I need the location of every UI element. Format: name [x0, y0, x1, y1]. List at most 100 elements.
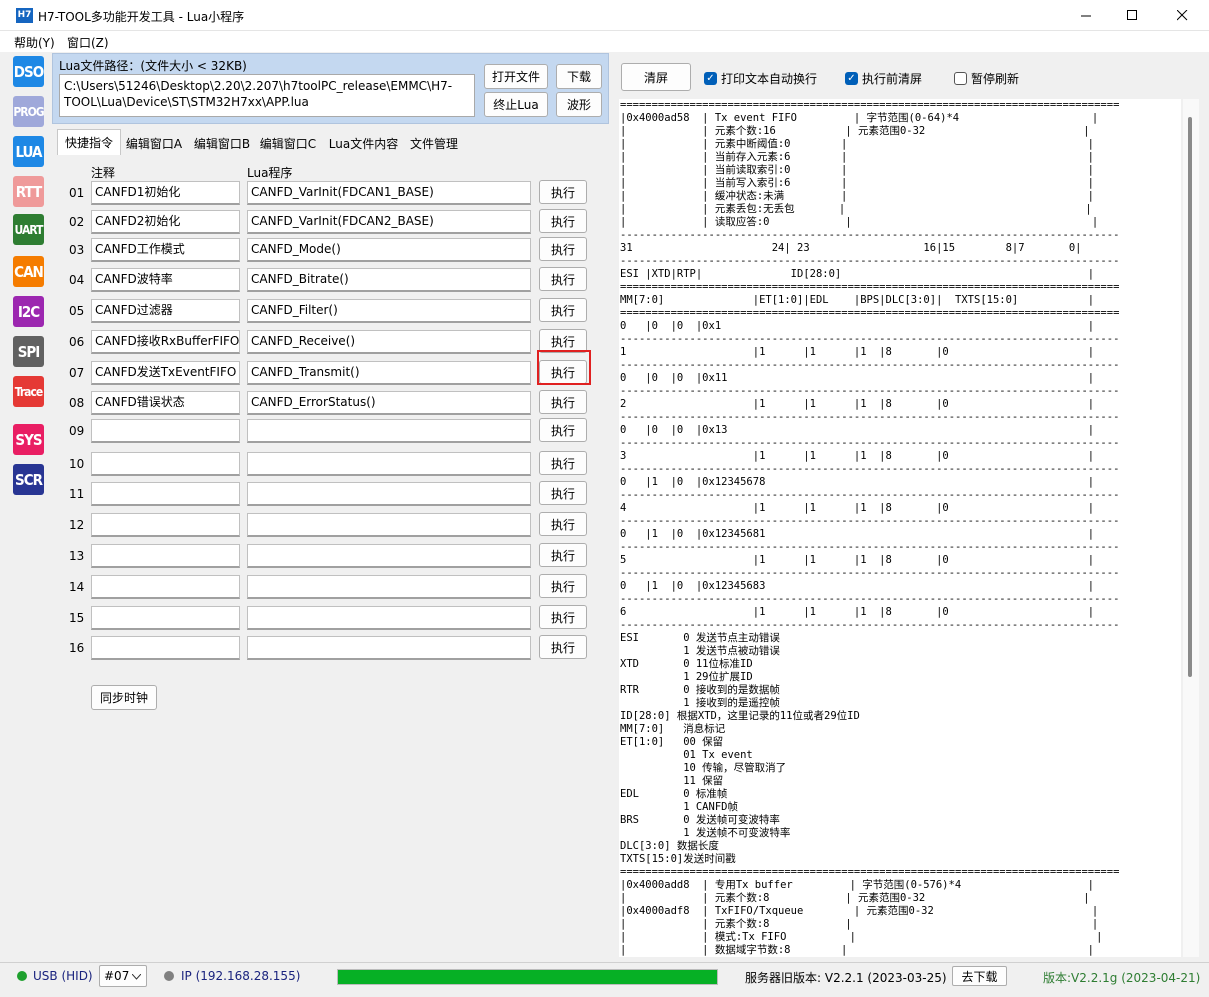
output-console[interactable]: ========================================… [619, 99, 1181, 957]
row-number: 04 [69, 273, 85, 287]
status-bar: USB (HID) #07 IP (192.168.28.155) 服务器旧版本… [0, 962, 1209, 988]
tab-edit-a[interactable]: 编辑窗口A [123, 131, 185, 155]
execute-button[interactable]: 执行 [539, 543, 587, 567]
tool-uart-button[interactable]: UART [13, 214, 44, 245]
open-file-button[interactable]: 打开文件 [484, 64, 548, 89]
execute-button[interactable]: 执行 [539, 574, 587, 598]
progress-bar [337, 969, 718, 985]
comment-field[interactable] [91, 452, 240, 476]
comment-field[interactable]: CANFD接收RxBufferFIFO [91, 330, 240, 354]
checkbox-checked-icon: ✓ [704, 72, 717, 85]
clear-before-run-checkbox[interactable]: ✓ 执行前清屏 [845, 70, 922, 87]
comment-field[interactable] [91, 482, 240, 506]
usb-status: USB (HID) [33, 969, 93, 983]
tool-sys-button[interactable]: SYS [13, 424, 44, 455]
tab-lua-file[interactable]: Lua文件内容 [326, 131, 401, 155]
execute-button[interactable]: 执行 [539, 481, 587, 505]
waveform-button[interactable]: 波形 [556, 92, 602, 117]
stop-lua-button[interactable]: 终止Lua [484, 92, 548, 117]
program-column-header: Lua程序 [247, 166, 293, 180]
execute-button[interactable]: 执行 [539, 390, 587, 414]
sync-clock-button[interactable]: 同步时钟 [91, 685, 157, 710]
comment-field[interactable] [91, 636, 240, 660]
execute-button[interactable]: 执行 [539, 635, 587, 659]
comment-field[interactable]: CANFD波特率 [91, 268, 240, 292]
pause-refresh-checkbox[interactable]: 暂停刷新 [954, 70, 1019, 87]
comment-field[interactable]: CANFD错误状态 [91, 391, 240, 415]
program-field[interactable] [247, 513, 531, 537]
execute-button[interactable]: 执行 [539, 237, 587, 261]
download-button[interactable]: 下载 [556, 64, 602, 89]
program-field[interactable]: CANFD_VarInit(FDCAN2_BASE) [247, 210, 531, 234]
comment-field[interactable] [91, 575, 240, 599]
program-field[interactable] [247, 575, 531, 599]
comment-field[interactable] [91, 513, 240, 537]
execute-button[interactable]: 执行 [539, 512, 587, 536]
tool-i2c-button[interactable]: I2C [13, 296, 44, 327]
minimize-button[interactable] [1063, 0, 1109, 31]
clear-screen-button[interactable]: 清屏 [621, 63, 691, 91]
tab-quick-commands[interactable]: 快捷指令 [57, 129, 121, 155]
close-button[interactable] [1155, 0, 1209, 31]
execute-button[interactable]: 执行 [539, 298, 587, 322]
program-field[interactable]: CANFD_VarInit(FDCAN1_BASE) [247, 181, 531, 205]
program-field[interactable]: CANFD_Bitrate() [247, 268, 531, 292]
row-number: 16 [69, 641, 85, 655]
tool-spi-button[interactable]: SPI [13, 336, 44, 367]
output-controls: 清屏 ✓ 打印文本自动换行 ✓ 执行前清屏 暂停刷新 [611, 53, 1199, 101]
comment-field[interactable] [91, 419, 240, 443]
tab-file-manager[interactable]: 文件管理 [405, 131, 463, 155]
program-field[interactable] [247, 544, 531, 568]
program-field[interactable]: CANFD_Transmit() [247, 361, 531, 385]
auto-wrap-checkbox[interactable]: ✓ 打印文本自动换行 [704, 70, 817, 87]
program-field[interactable]: CANFD_Receive() [247, 330, 531, 354]
row-number: 12 [69, 518, 85, 532]
program-field[interactable]: CANFD_ErrorStatus() [247, 391, 531, 415]
go-download-button[interactable]: 去下载 [952, 966, 1007, 986]
file-path-field[interactable]: C:\Users\51246\Desktop\2.20\2.207\h7tool… [59, 74, 475, 117]
device-select[interactable]: #07 [99, 965, 147, 987]
program-field[interactable] [247, 452, 531, 476]
auto-wrap-label: 打印文本自动换行 [721, 72, 818, 86]
program-field[interactable] [247, 636, 531, 660]
execute-button[interactable]: 执行 [539, 180, 587, 204]
file-path-label: Lua文件路径：(文件大小 < 32KB) [59, 59, 247, 73]
execute-button[interactable]: 执行 [539, 451, 587, 475]
row-number: 09 [69, 424, 85, 438]
tool-dso-button[interactable]: DSO [13, 56, 44, 87]
execute-button[interactable]: 执行 [539, 267, 587, 291]
menu-help[interactable]: 帮助(Y) [14, 34, 55, 51]
progress-fill [338, 970, 717, 984]
comment-field[interactable] [91, 606, 240, 630]
comment-field[interactable] [91, 544, 240, 568]
execute-button[interactable]: 执行 [539, 605, 587, 629]
execute-button[interactable]: 执行 [539, 209, 587, 233]
tool-prog-button[interactable]: PROG [13, 96, 45, 127]
comment-field[interactable]: CANFD2初始化 [91, 210, 240, 234]
row-number: 15 [69, 611, 85, 625]
console-scrollbar[interactable] [1183, 99, 1199, 957]
program-field[interactable] [247, 419, 531, 443]
program-field[interactable]: CANFD_Mode() [247, 238, 531, 262]
tab-edit-c[interactable]: 编辑窗口C [255, 131, 321, 155]
comment-field[interactable]: CANFD过滤器 [91, 299, 240, 323]
tool-trace-button[interactable]: Trace [13, 376, 44, 407]
program-field[interactable]: CANFD_Filter() [247, 299, 531, 323]
comment-field[interactable]: CANFD发送TxEventFIFO [91, 361, 240, 385]
tool-lua-button[interactable]: LUA [13, 136, 44, 167]
maximize-button[interactable] [1109, 0, 1155, 31]
tool-rtt-button[interactable]: RTT [13, 176, 44, 207]
comment-field[interactable]: CANFD工作模式 [91, 238, 240, 262]
execute-button[interactable]: 执行 [539, 418, 587, 442]
tool-scr-button[interactable]: SCR [13, 464, 44, 495]
scrollbar-thumb[interactable] [1188, 117, 1192, 677]
program-field[interactable] [247, 606, 531, 630]
menu-window[interactable]: 窗口(Z) [67, 34, 109, 51]
tab-edit-b[interactable]: 编辑窗口B [191, 131, 253, 155]
tool-can-button[interactable]: CAN [13, 256, 44, 287]
row-number: 01 [69, 186, 85, 200]
program-field[interactable] [247, 482, 531, 506]
minimize-icon [1080, 15, 1091, 17]
row-number: 03 [69, 243, 85, 257]
comment-field[interactable]: CANFD1初始化 [91, 181, 240, 205]
